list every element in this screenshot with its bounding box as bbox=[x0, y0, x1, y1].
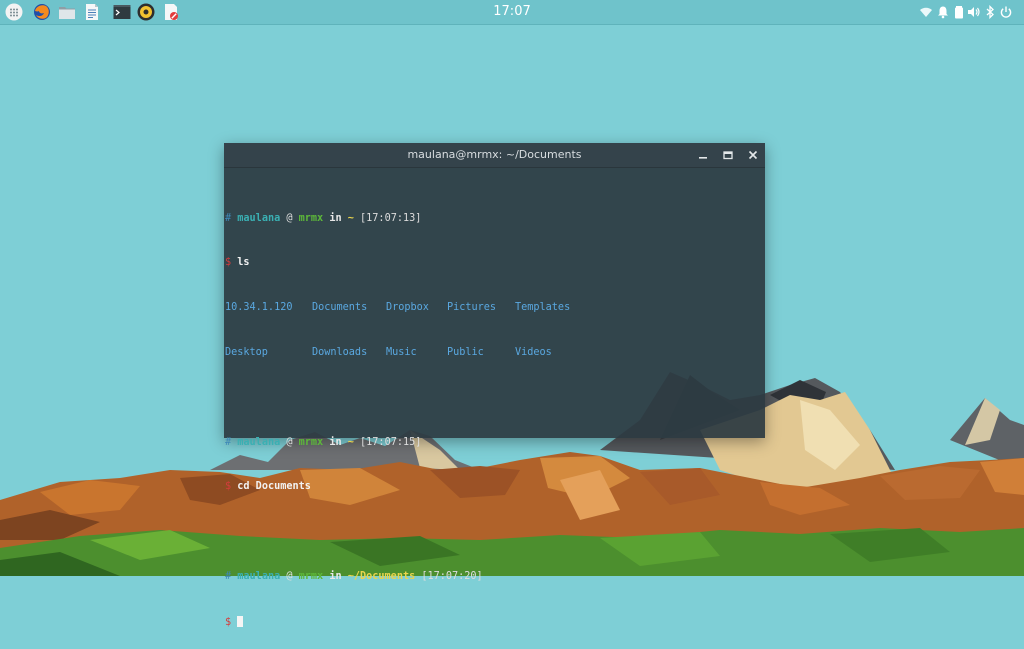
prompt-at: @ bbox=[286, 570, 293, 582]
prompt-user: maulana bbox=[237, 436, 281, 448]
ls-entry: Pictures bbox=[447, 302, 497, 314]
battery-icon bbox=[955, 6, 963, 19]
ls-entry: Videos bbox=[515, 347, 552, 358]
panel-clock[interactable]: 17:07 bbox=[0, 4, 1024, 19]
prompt-hash: # bbox=[225, 570, 232, 582]
maximize-icon bbox=[723, 151, 733, 160]
terminal-window[interactable]: maulana@mrmx: ~/Documents # maulana @ mr… bbox=[224, 143, 765, 628]
prompt-dollar: $ bbox=[225, 481, 232, 493]
power-icon bbox=[1000, 6, 1012, 18]
prompt-line: # maulana @ mrmx in ~/Documents [17:07:2… bbox=[225, 571, 759, 582]
prompt-line: # maulana @ mrmx in ~ [17:07:15] bbox=[225, 437, 759, 448]
notification-indicator[interactable] bbox=[936, 5, 950, 19]
prompt-user: maulana bbox=[237, 212, 281, 224]
notification-bell-icon bbox=[938, 6, 948, 19]
ls-entry: Templates bbox=[515, 302, 571, 314]
close-icon bbox=[748, 150, 758, 160]
ls-entry: Downloads bbox=[312, 347, 368, 358]
prompt-user: maulana bbox=[237, 570, 281, 582]
prompt-in: in bbox=[329, 212, 342, 224]
ls-entry: Dropbox bbox=[386, 302, 429, 314]
battery-indicator[interactable] bbox=[952, 5, 966, 19]
prompt-in: in bbox=[329, 436, 342, 448]
command-text: ls bbox=[237, 257, 250, 269]
terminal-title: maulana@mrmx: ~/Documents bbox=[407, 148, 582, 161]
prompt-time: [17:07:13] bbox=[360, 212, 422, 224]
prompt-dir: ~ bbox=[347, 212, 354, 224]
terminal-titlebar[interactable]: maulana@mrmx: ~/Documents bbox=[224, 143, 765, 168]
ls-entry: Desktop bbox=[225, 347, 268, 358]
minimize-button[interactable] bbox=[696, 148, 710, 162]
prompt-time: [17:07:15] bbox=[360, 436, 422, 448]
prompt-at: @ bbox=[286, 436, 293, 448]
prompt-hash: # bbox=[225, 212, 232, 224]
command-text: cd Documents bbox=[237, 481, 311, 493]
ls-entry: Documents bbox=[312, 302, 368, 314]
prompt-host: mrmx bbox=[298, 436, 324, 448]
ls-output-row: 10.34.1.120 Documents Dropbox Pictures Templ… bbox=[225, 302, 759, 313]
prompt-host: mrmx bbox=[298, 212, 324, 224]
power-button[interactable] bbox=[999, 5, 1013, 19]
bluetooth-indicator[interactable] bbox=[983, 5, 997, 19]
close-button[interactable] bbox=[746, 148, 760, 162]
prompt-hash: # bbox=[225, 436, 232, 448]
ls-output-row: Desktop Downloads Music Public Videos bbox=[225, 347, 759, 358]
ls-entry: Public bbox=[447, 347, 484, 358]
top-panel: 17:07 bbox=[0, 0, 1024, 25]
wifi-indicator[interactable] bbox=[919, 5, 933, 19]
text-cursor bbox=[237, 615, 244, 627]
volume-indicator[interactable] bbox=[967, 5, 981, 19]
volume-icon bbox=[968, 7, 980, 17]
prompt-dollar: $ bbox=[225, 257, 232, 269]
prompt-dollar: $ bbox=[225, 616, 232, 628]
wifi-icon bbox=[920, 7, 932, 17]
terminal-output[interactable]: # maulana @ mrmx in ~ [17:07:13] $ ls 10… bbox=[225, 179, 759, 628]
ls-entry: Music bbox=[386, 347, 417, 358]
command-line: $ ls bbox=[225, 257, 759, 268]
bluetooth-icon bbox=[986, 5, 994, 19]
prompt-dir: ~/Documents bbox=[347, 570, 416, 582]
prompt-at: @ bbox=[286, 212, 293, 224]
prompt-dir: ~ bbox=[347, 436, 354, 448]
maximize-button[interactable] bbox=[721, 148, 735, 162]
prompt-host: mrmx bbox=[298, 570, 324, 582]
prompt-in: in bbox=[329, 570, 342, 582]
command-line: $ cd Documents bbox=[225, 481, 759, 492]
prompt-line: # maulana @ mrmx in ~ [17:07:13] bbox=[225, 213, 759, 224]
ls-entry: 10.34.1.120 bbox=[225, 302, 293, 314]
prompt-time: [17:07:20] bbox=[421, 570, 483, 582]
input-line[interactable]: $ bbox=[225, 615, 759, 628]
minimize-icon bbox=[699, 157, 707, 159]
